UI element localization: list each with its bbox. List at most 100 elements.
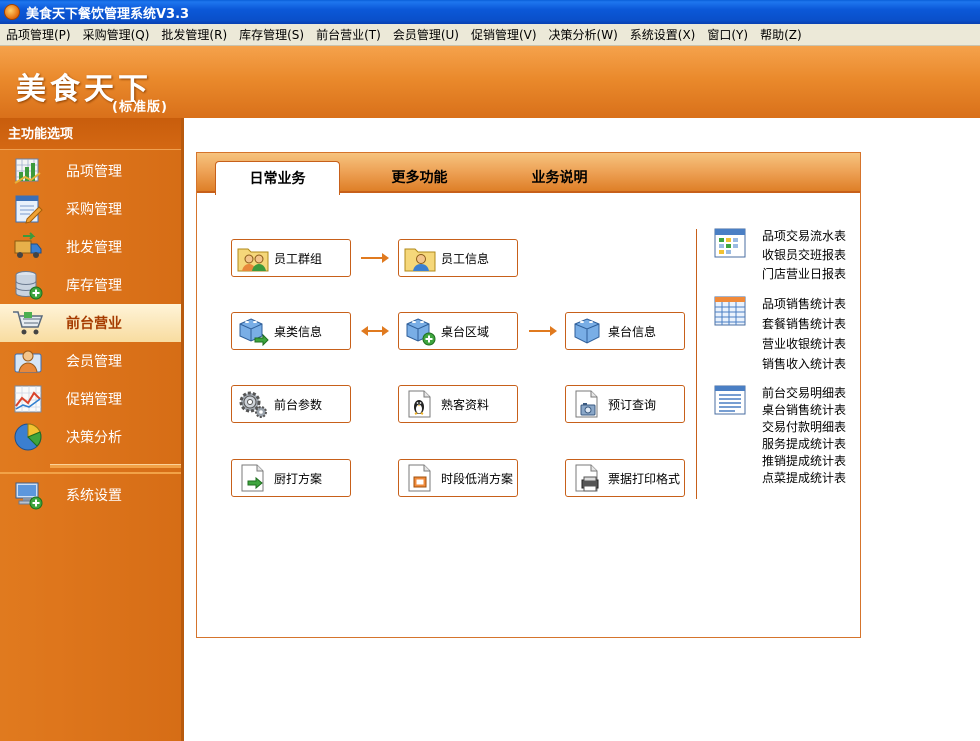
folder-user-icon (403, 242, 437, 274)
tab-more-functions[interactable]: 更多功能 (367, 161, 472, 195)
function-label: 桌台信息 (608, 324, 657, 339)
table-area-button[interactable]: 桌台区域 (398, 312, 518, 350)
document-arrow-icon (236, 462, 270, 494)
window-title: 美食天下餐饮管理系统V3.3 (26, 6, 190, 22)
gear-icon (236, 388, 270, 420)
sidebar-item-label: 品项管理 (66, 164, 122, 180)
sidebar-item-label: 采购管理 (66, 202, 122, 218)
sidebar-heading: 主功能选项 (0, 118, 181, 150)
menu-item-frontdesk[interactable]: 前台营业(T) (310, 26, 387, 43)
menu-item-help[interactable]: 帮助(Z) (754, 26, 808, 43)
function-label: 时段低消方案 (441, 471, 514, 486)
edition-label: (标准版) (112, 100, 168, 115)
function-label: 票据打印格式 (608, 471, 681, 486)
sidebar-divider (0, 472, 181, 474)
menu-item-window[interactable]: 窗口(Y) (701, 26, 754, 43)
menu-item-promotion[interactable]: 促销管理(V) (465, 26, 543, 43)
function-label: 熟客资料 (441, 397, 490, 412)
report-link[interactable]: 推销提成统计表 (762, 452, 846, 469)
pie-chart-icon (12, 422, 44, 452)
sidebar-item-promotion[interactable]: 促销管理 (0, 380, 181, 418)
report-link[interactable]: 销售收入统计表 (762, 355, 846, 372)
member-card-icon (12, 346, 44, 376)
sidebar-item-wholesale[interactable]: 批发管理 (0, 228, 181, 266)
regular-customer-button[interactable]: 熟客资料 (398, 385, 518, 423)
computer-add-icon (12, 480, 44, 510)
sidebar-item-label: 决策分析 (66, 430, 122, 446)
table-info-button[interactable]: 桌台信息 (565, 312, 685, 350)
tab-bar: 日常业务 更多功能 业务说明 (197, 153, 860, 195)
function-label: 前台参数 (274, 397, 323, 412)
report-link[interactable]: 营业收银统计表 (762, 335, 846, 352)
menu-item-members[interactable]: 会员管理(U) (387, 26, 465, 43)
cube-add-icon (403, 315, 437, 347)
function-label: 员工信息 (441, 251, 490, 266)
document-camera-icon (570, 388, 604, 420)
function-label: 预订查询 (608, 397, 657, 412)
sidebar-item-analysis[interactable]: 决策分析 (0, 418, 181, 456)
menu-item-analysis[interactable]: 决策分析(W) (543, 26, 624, 43)
menu-item-wholesale[interactable]: 批发管理(R) (155, 26, 233, 43)
receipt-format-button[interactable]: 票据打印格式 (565, 459, 685, 497)
frontdesk-params-button[interactable]: 前台参数 (231, 385, 351, 423)
list-document-icon (714, 385, 746, 415)
sidebar-item-label: 库存管理 (66, 278, 122, 294)
menu-item-purchase[interactable]: 采购管理(Q) (77, 26, 156, 43)
sidebar-item-settings[interactable]: 系统设置 (0, 476, 181, 514)
sidebar-item-purchase[interactable]: 采购管理 (0, 190, 181, 228)
report-link[interactable]: 门店营业日报表 (762, 265, 846, 282)
report-link[interactable]: 收银员交班报表 (762, 246, 846, 263)
report-link[interactable]: 服务提成统计表 (762, 435, 846, 452)
employee-info-button[interactable]: 员工信息 (398, 239, 518, 277)
cube-arrow-icon (236, 315, 270, 347)
report-link[interactable]: 点菜提成统计表 (762, 469, 846, 486)
report-link[interactable]: 品项销售统计表 (762, 295, 846, 312)
truck-icon (12, 232, 44, 262)
function-label: 员工群组 (274, 251, 323, 266)
tab-daily-business[interactable]: 日常业务 (215, 161, 340, 195)
folder-users-icon (236, 242, 270, 274)
menu-item-settings[interactable]: 系统设置(X) (624, 26, 702, 43)
penguin-document-icon (403, 388, 437, 420)
table-type-button[interactable]: 桌类信息 (231, 312, 351, 350)
main-panel: 日常业务 更多功能 业务说明 员工群组 员工信息 桌类信息 桌台区域 桌台信息 … (196, 152, 861, 638)
tab-business-help[interactable]: 业务说明 (507, 161, 612, 195)
tab-content-daily: 员工群组 员工信息 桌类信息 桌台区域 桌台信息 前台参数 熟客资料 预订查询 … (197, 195, 860, 637)
report-link[interactable]: 交易付款明细表 (762, 418, 846, 435)
sidebar-item-frontdesk[interactable]: 前台营业 (0, 304, 181, 342)
kitchen-print-button[interactable]: 厨打方案 (231, 459, 351, 497)
sidebar-item-inventory[interactable]: 库存管理 (0, 266, 181, 304)
double-arrow-icon (361, 326, 389, 336)
line-chart-icon (12, 384, 44, 414)
document-edit-icon (12, 194, 44, 224)
title-bar: 美食天下餐饮管理系统V3.3 (0, 0, 980, 24)
calendar-grid-icon (714, 228, 746, 258)
sidebar-item-label: 批发管理 (66, 240, 122, 256)
report-link[interactable]: 桌台销售统计表 (762, 401, 846, 418)
sidebar-item-label: 前台营业 (66, 316, 122, 332)
sidebar-item-members[interactable]: 会员管理 (0, 342, 181, 380)
sidebar-item-items[interactable]: 品项管理 (0, 152, 181, 190)
sidebar-divider (50, 464, 181, 468)
document-slide-icon (403, 462, 437, 494)
function-label: 桌类信息 (274, 324, 323, 339)
database-add-icon (12, 270, 44, 300)
cube-icon (570, 315, 604, 347)
reservation-query-button[interactable]: 预订查询 (565, 385, 685, 423)
report-link[interactable]: 套餐销售统计表 (762, 315, 846, 332)
menu-item-inventory[interactable]: 库存管理(S) (233, 26, 310, 43)
sidebar: 主功能选项 品项管理 采购管理 批发管理 库存管理 前台营业 会员管理 促销管理… (0, 118, 184, 741)
vertical-separator (696, 229, 697, 499)
spreadsheet-icon (714, 296, 746, 326)
report-link[interactable]: 前台交易明细表 (762, 384, 846, 401)
header-banner: 美食天下 (标准版) (0, 46, 980, 118)
document-printer-icon (570, 462, 604, 494)
sidebar-item-label: 系统设置 (66, 488, 122, 504)
sidebar-item-label: 促销管理 (66, 392, 122, 408)
menu-item-items[interactable]: 品项管理(P) (0, 26, 77, 43)
function-label: 桌台区域 (441, 324, 490, 339)
time-min-spend-button[interactable]: 时段低消方案 (398, 459, 518, 497)
report-link[interactable]: 品项交易流水表 (762, 227, 846, 244)
employee-group-button[interactable]: 员工群组 (231, 239, 351, 277)
menu-bar: 品项管理(P) 采购管理(Q) 批发管理(R) 库存管理(S) 前台营业(T) … (0, 24, 980, 46)
